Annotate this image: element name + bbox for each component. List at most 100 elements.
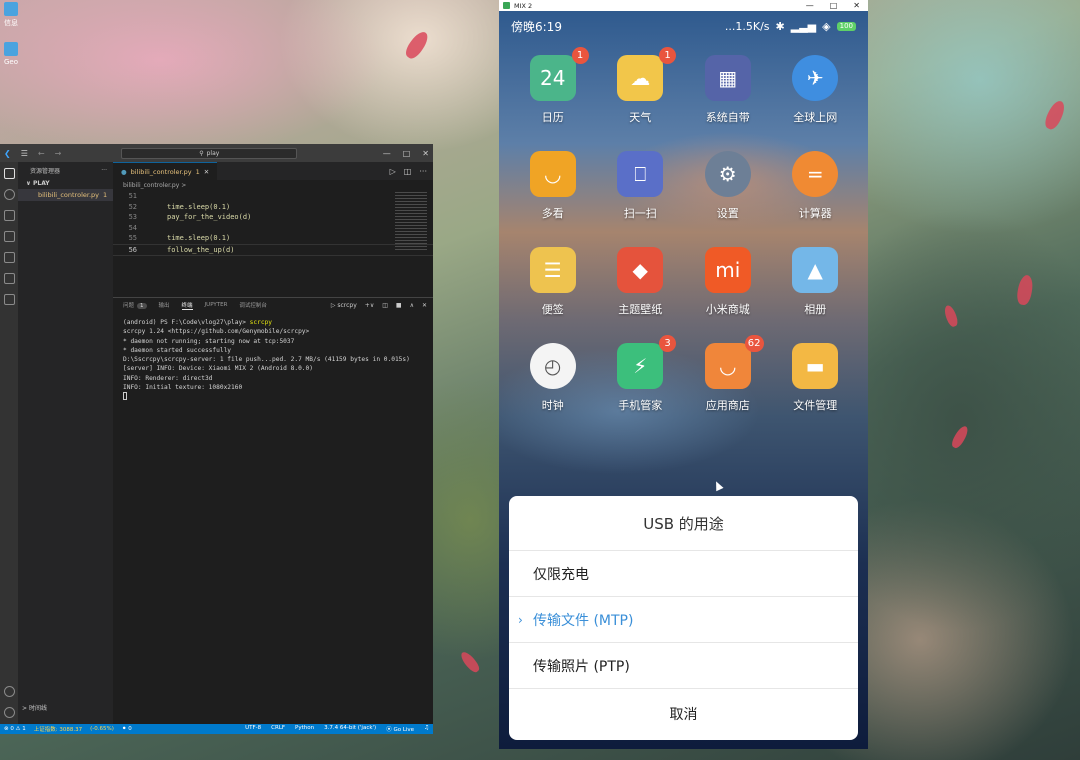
app-icon-button[interactable]: 24 1 日历	[509, 47, 597, 125]
app-icon-button[interactable]: ✈ 全球上网	[772, 55, 860, 125]
app-icon-button[interactable]: ▬ 文件管理	[772, 343, 860, 413]
terminal-line: scrcpy 1.24 <https://github.com/Genymobi…	[123, 328, 310, 336]
notifications-bell-icon[interactable]: ♫	[424, 725, 429, 733]
file-item[interactable]: bilibili_controler.py 1	[18, 189, 113, 201]
vscode-window: ❮ ☰ ← → ⚲ play — □ ✕ 资源管理器 ··· ∨ PLAY bi…	[0, 144, 433, 734]
app-icon: mi	[704, 247, 751, 293]
app-icon-button[interactable]: ◡ 62 应用商店	[684, 335, 772, 413]
encoding-status[interactable]: UTF-8	[245, 725, 261, 733]
close-tab-icon[interactable]: ✕	[204, 168, 209, 176]
language-status[interactable]: Python	[295, 725, 314, 733]
option-transfer-files-mtp[interactable]: › 传输文件 (MTP)	[509, 597, 858, 643]
terminal-line: D:\Sscrcpy\scrcpy-server: 1 file push...…	[123, 356, 410, 364]
maximize-panel-icon[interactable]: ∧	[410, 302, 414, 309]
phone-screen[interactable]: 傍晚6:19 ...1.5K/s ✱ ▂▃▅ ◈ 100 24 1 日历 ☁ 1 天气 ▦ 系…	[499, 11, 868, 749]
tab-output[interactable]: 输出	[159, 301, 170, 309]
code-line: 53 pay_for_the_video(d)	[113, 212, 433, 223]
breadcrumb[interactable]: bilibili_controler.py >	[113, 180, 433, 191]
tab-jupyter[interactable]: JUPYTER	[205, 302, 228, 308]
run-icon[interactable]: ▷	[390, 167, 396, 176]
trash-icon[interactable]: ■	[396, 302, 402, 309]
app-icon-button[interactable]: ▲ 相册	[772, 247, 860, 317]
option-charge-only[interactable]: 仅限充电	[509, 551, 858, 597]
terminal-output[interactable]: (android) PS F:\Code\vlog27\play> scrcpy…	[113, 312, 433, 408]
close-button[interactable]: ✕	[422, 149, 429, 158]
explorer-icon[interactable]	[3, 168, 15, 179]
app-icon-button[interactable]: ⚙ 设置	[684, 151, 772, 221]
interpreter-status[interactable]: 3.7.4 64-bit ('jack')	[324, 725, 376, 733]
app-icon: =	[792, 151, 839, 197]
remote-icon[interactable]	[3, 294, 15, 305]
settings-gear-icon[interactable]	[3, 707, 15, 718]
tab-terminal[interactable]: 终端	[181, 301, 193, 310]
tab-debug-console[interactable]: 调试控制台	[239, 301, 267, 309]
app-glyph-icon: ☰	[543, 258, 562, 282]
notification-badge: 62	[744, 335, 764, 352]
eol-status[interactable]: CRLF	[271, 725, 285, 733]
code-line: 51	[113, 191, 433, 202]
app-icon: ◡	[529, 151, 576, 197]
command-center-search[interactable]: ⚲ play	[121, 147, 298, 159]
code-area[interactable]: 51 52 time.sleep(0.1) 53 pay_for_the_video…	[113, 191, 433, 256]
back-arrow-icon[interactable]: ←	[38, 149, 45, 158]
app-glyph-icon: ▬	[805, 354, 825, 378]
desktop-icon[interactable]: 信息	[0, 2, 22, 28]
option-transfer-photos-ptp[interactable]: 传输照片 (PTP)	[509, 643, 858, 689]
extensions-icon[interactable]	[3, 252, 15, 263]
app-icon-button[interactable]: ▦ 系统自带	[684, 55, 772, 125]
stock-index-status[interactable]: 上证指数: 3088.37	[34, 725, 82, 733]
more-actions-icon[interactable]: ···	[101, 167, 107, 174]
close-panel-icon[interactable]: ✕	[422, 302, 427, 309]
split-terminal-icon[interactable]: ◫	[382, 302, 388, 309]
ports-status[interactable]: ⚫ 0	[122, 726, 132, 732]
minimize-button[interactable]: —	[806, 1, 814, 10]
app-label: 小米商城	[705, 303, 750, 316]
code-text: follow_the_up(d)	[167, 245, 235, 254]
app-label: 手机管家	[618, 399, 663, 412]
terminal-command: scrcpy	[249, 319, 273, 326]
notification-badge: 1	[571, 47, 589, 64]
minimap[interactable]	[395, 192, 427, 252]
desktop-icon[interactable]: Geo	[0, 42, 22, 66]
maximize-button[interactable]: □	[830, 1, 838, 10]
search-icon[interactable]	[3, 189, 15, 200]
phone-statusbar: 傍晚6:19 ...1.5K/s ✱ ▂▃▅ ◈ 100	[499, 11, 868, 41]
terminal-line: INFO: Renderer: direct3d	[123, 374, 213, 382]
terminal-selector[interactable]: ▷ scrcpy	[331, 302, 357, 309]
app-icon-button[interactable]: ⚡ 3 手机管家	[597, 335, 685, 413]
tab-problems[interactable]: 问题 1	[123, 301, 147, 309]
go-live-button[interactable]: ⦿ Go Live	[386, 725, 414, 733]
app-label: 全球上网	[793, 111, 838, 124]
app-icon-button[interactable]: = 计算器	[772, 151, 860, 221]
app-icon-button[interactable]: ☰ 便签	[509, 247, 597, 317]
minimize-button[interactable]: —	[383, 149, 391, 158]
app-glyph-icon: ▦	[718, 66, 738, 90]
testing-icon[interactable]	[3, 273, 15, 284]
maximize-button[interactable]: □	[403, 149, 411, 158]
app-icon-button[interactable]: ⎕ 扫一扫	[597, 151, 685, 221]
app-icon-button[interactable]: ☁ 1 天气	[597, 47, 685, 125]
app-icon-button[interactable]: ◡ 多看	[509, 151, 597, 221]
account-icon[interactable]	[3, 686, 15, 697]
problems-status[interactable]: ⊗ 0 ⚠ 1	[4, 726, 26, 732]
close-button[interactable]: ✕	[853, 1, 860, 10]
app-icon-button[interactable]: ◴ 时钟	[509, 343, 597, 413]
cancel-button[interactable]: 取消	[509, 689, 858, 739]
run-debug-icon[interactable]	[3, 231, 15, 242]
add-terminal-icon[interactable]: +∨	[365, 302, 374, 309]
folder-section[interactable]: ∨ PLAY	[18, 178, 113, 189]
tab-badge: 1	[195, 167, 200, 176]
editor-tab[interactable]: ● bilibili_controler.py 1 ✕	[113, 162, 218, 180]
window-controls: — □ ✕	[383, 149, 429, 158]
source-control-icon[interactable]	[3, 210, 15, 221]
split-editor-icon[interactable]: ◫	[404, 167, 412, 176]
timeline-section[interactable]: > 时间线	[22, 703, 47, 712]
more-actions-icon[interactable]: ···	[419, 167, 427, 176]
menu-icon[interactable]: ☰	[21, 149, 28, 158]
network-speed: ...1.5K/s	[724, 19, 770, 33]
forward-arrow-icon[interactable]: →	[55, 149, 62, 158]
app-icon-button[interactable]: mi 小米商城	[684, 247, 772, 317]
option-label: 传输文件 (MTP)	[533, 612, 634, 629]
bottom-panel: 问题 1 输出 终端 JUPYTER 调试控制台 ▷ scrcpy +∨ ◫ ■ …	[113, 297, 433, 724]
app-icon-button[interactable]: ◆ 主题壁纸	[597, 247, 685, 317]
